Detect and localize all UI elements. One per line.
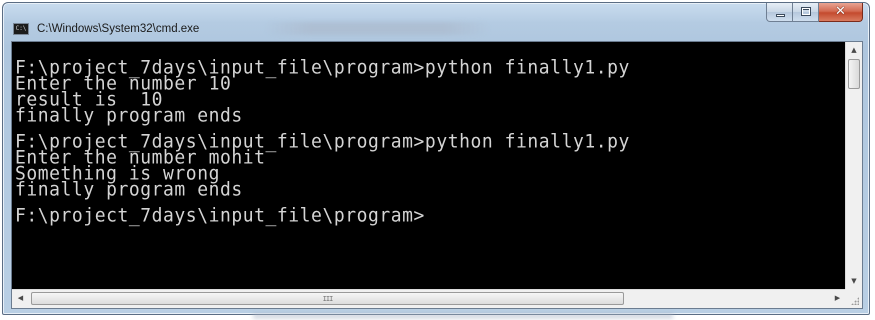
window-title: C:\Windows\System32\cmd.exe [37,23,200,35]
resize-grip-icon[interactable] [845,289,862,308]
scroll-right-arrow-icon[interactable]: ▶ [829,290,846,307]
console-output[interactable]: F:\project_7days\input_file\program>pyth… [12,42,846,290]
console-line: finally program ends [15,178,243,201]
minimize-button[interactable] [766,3,793,22]
horizontal-scroll-thumb[interactable]: III [31,292,624,305]
maximize-button[interactable] [793,3,819,22]
vertical-scrollbar[interactable]: ▲ ▼ [845,42,862,290]
blurred-status-area [253,313,673,319]
maximize-icon [801,7,811,16]
close-button[interactable]: ✕ [819,3,863,22]
scroll-down-arrow-icon[interactable]: ▼ [846,273,862,290]
console-prompt-line: F:\project_7days\input_file\program> [15,204,425,227]
close-icon: ✕ [835,4,846,19]
title-bar[interactable]: C:\ C:\Windows\System32\cmd.exe ✕ [3,3,869,41]
horizontal-scrollbar[interactable]: ◀ III ▶ [12,289,846,308]
cmd-icon[interactable]: C:\ [13,23,29,35]
scroll-grip-icon: III [322,295,334,303]
caption-buttons: ✕ [766,3,863,23]
console-line: finally program ends [15,104,243,127]
vertical-scroll-thumb[interactable] [848,59,860,89]
cmd-window: C:\ C:\Windows\System32\cmd.exe ✕ F:\pro… [2,2,870,319]
blurred-title-area [265,22,490,35]
scroll-left-arrow-icon[interactable]: ◀ [12,290,29,307]
minimize-icon [776,14,785,17]
scroll-up-arrow-icon[interactable]: ▲ [846,42,862,59]
console-frame: F:\project_7days\input_file\program>pyth… [11,41,863,309]
